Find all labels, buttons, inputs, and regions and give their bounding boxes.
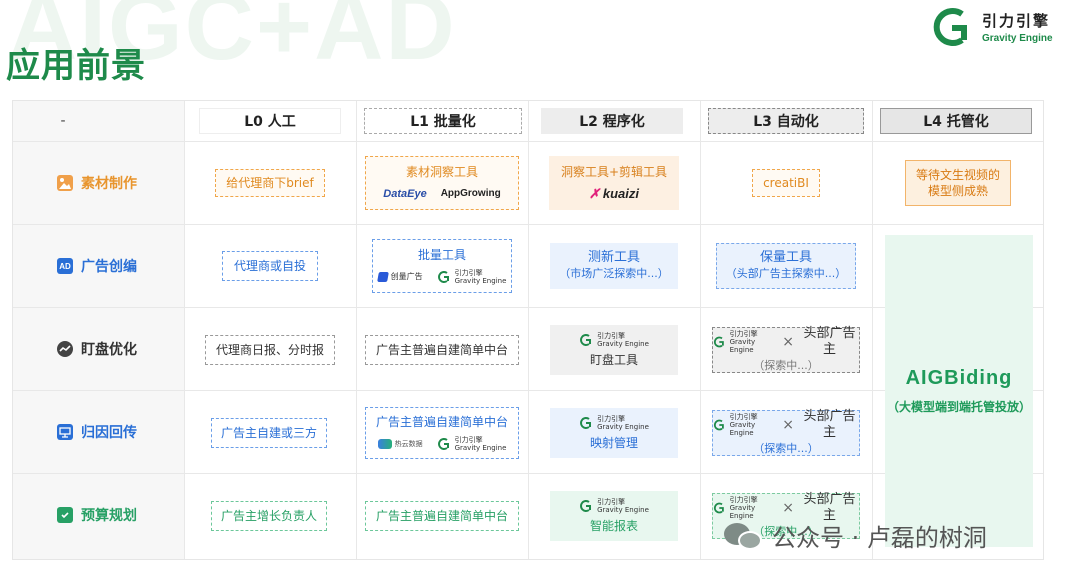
ad-icon: AD (57, 258, 73, 274)
gravity-logo-icon (933, 8, 967, 46)
kuaizi-logo: ✗ kuaizi (588, 186, 640, 201)
header-l4: L4 托管化 (880, 108, 1032, 134)
gravity-engine-logo: 引力引擎 Gravity Engine (932, 6, 1053, 48)
aigbiding-cell: AIGBiding （大模型端到端托管投放） (885, 235, 1033, 547)
aigbiding-subtitle: （大模型端到端托管投放） (886, 400, 1031, 414)
cell-r2-l0: 代理商或自投 (222, 251, 318, 281)
cell-r4-l2: 引力引擎 Gravity Engine 映射管理 (550, 408, 678, 458)
cell-r1-l0: 给代理商下brief (215, 169, 325, 197)
gravity-mini-logo: 引力引擎 Gravity Engine (713, 330, 776, 354)
gravity-mini-logo: 引力引擎 Gravity Engine (437, 436, 506, 452)
reyun-logo: 热云数据 (377, 436, 423, 452)
times-icon: × (782, 500, 795, 516)
header-l2: L2 程序化 (541, 108, 683, 134)
trend-icon (57, 341, 73, 357)
gravity-mini-logo: 引力引擎 Gravity Engine (437, 269, 506, 285)
kuaizi-k-icon: ✗ (588, 186, 600, 201)
cell-title: 素材洞察工具 (405, 165, 478, 179)
cell-r1-l4: 等待文生视频的 模型侧成熟 (905, 160, 1011, 206)
label-column-bg (13, 101, 184, 559)
cell-r4-l3: 引力引擎 Gravity Engine × 头部广告主 （探索中...） (712, 409, 860, 456)
page-title: 应用前景 (6, 46, 146, 86)
cell-r3-l0: 代理商日报、分时报 (205, 335, 335, 365)
row-label-attribution: 归因回传 (57, 422, 137, 442)
cell-r1-l3: creatiBI (752, 169, 820, 197)
aigbiding-title: AIGBiding (905, 367, 1013, 389)
cell-title: 批量工具 (417, 248, 466, 262)
row-label-text: 预算规划 (81, 508, 137, 524)
row-label-text: 盯盘优化 (81, 342, 137, 358)
cell-r5-l0: 广告主增长负责人 (211, 501, 327, 531)
image-icon (57, 175, 73, 191)
row-label-budget: 预算规划 (57, 505, 137, 525)
gravity-mini-logo: 引力引擎 Gravity Engine (579, 415, 649, 431)
cell-r3-l3: 引力引擎 Gravity Engine × 头部广告主 （探索中...） (712, 326, 860, 373)
cell-r3-l1: 广告主普遍自建简单中台 (365, 335, 519, 365)
wechat-watermark: 公众号 · 卢磊的树洞 (724, 518, 987, 553)
header-l3: L3 自动化 (708, 108, 864, 134)
gravity-mini-logo: 引力引擎 Gravity Engine (579, 498, 649, 514)
logo-text-en: Gravity Engine (982, 33, 1053, 44)
row-label-text: 广告创编 (81, 259, 137, 275)
header-dash: - (60, 113, 66, 129)
row-label-text: 素材制作 (81, 176, 137, 192)
cell-r5-l1: 广告主普遍自建简单中台 (365, 501, 519, 531)
times-icon: × (782, 334, 795, 350)
cell-r3-l2: 引力引擎 Gravity Engine 盯盘工具 (550, 325, 678, 375)
cell-r5-l2: 引力引擎 Gravity Engine 智能报表 (550, 491, 678, 541)
row-label-material: 素材制作 (57, 173, 137, 193)
monitor-icon (57, 424, 73, 440)
cell-r1-l1: 素材洞察工具 DataEye AppGrowing (365, 156, 519, 210)
gravity-mini-logo: 引力引擎 Gravity Engine (713, 413, 776, 437)
cell-r2-l3: 保量工具 （头部广告主探索中...） (716, 243, 856, 289)
row-label-text: 归因回传 (81, 425, 137, 441)
header-l0: L0 人工 (199, 108, 341, 134)
wechat-icon (724, 521, 764, 551)
appgrowing-logo: AppGrowing (440, 188, 501, 199)
cell-r4-l0: 广告主自建或三方 (211, 418, 327, 448)
gravity-mini-logo: 引力引擎 Gravity Engine (713, 496, 776, 520)
row-label-ad-create: AD 广告创编 (57, 256, 137, 276)
cell-title: 洞察工具+剪辑工具 (560, 165, 668, 179)
cell-r4-l1: 广告主普遍自建简单中台 热云数据 引力引擎 Gravity Engine (365, 407, 519, 459)
times-icon: × (782, 417, 795, 433)
cell-r1-l2: 洞察工具+剪辑工具 ✗ kuaizi (549, 156, 679, 210)
gravity-mini-logo: 引力引擎 Gravity Engine (579, 332, 649, 348)
logo-text-cn: 引力引擎 (982, 12, 1051, 30)
chuangliang-logo: 创量广告 (376, 269, 423, 285)
header-l1: L1 批量化 (364, 108, 522, 134)
cell-r2-l1: 批量工具 创量广告 引力引擎 Gravity Engine (372, 239, 512, 293)
dataeye-logo: DataEye (383, 188, 427, 200)
row-label-monitor: 盯盘优化 (57, 339, 137, 359)
application-matrix-table: - L0 人工 L1 批量化 L2 程序化 L3 自动化 L4 托管化 素材制作… (12, 100, 1044, 560)
cell-r2-l2: 测新工具 （市场广泛探索中...） (550, 243, 678, 289)
clipboard-icon (57, 507, 73, 523)
